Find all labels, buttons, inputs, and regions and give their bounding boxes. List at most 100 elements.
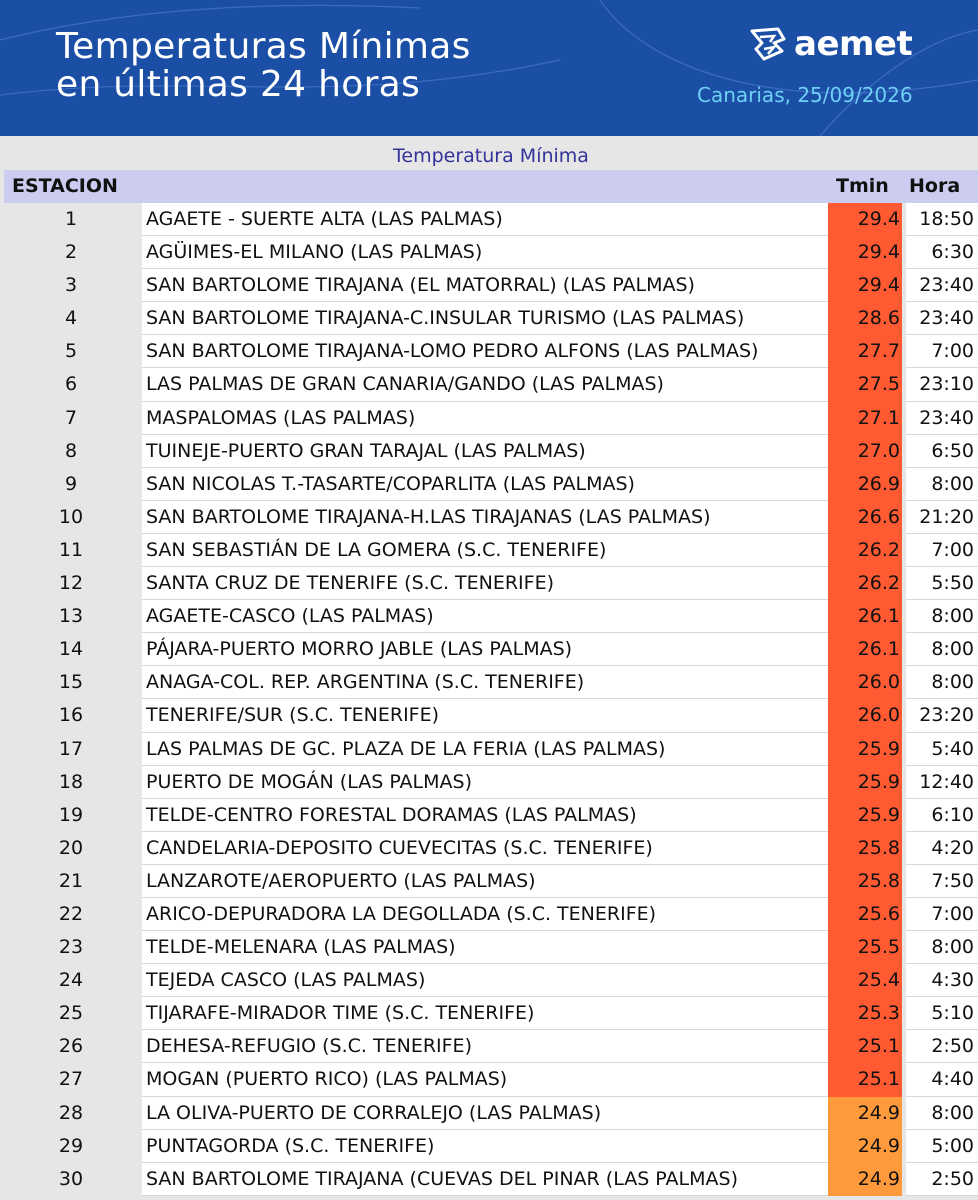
station-name: PÁJARA-PUERTO MORRO JABLE (LAS PALMAS) xyxy=(142,633,828,667)
station-name: TEJEDA CASCO (LAS PALMAS) xyxy=(142,964,828,998)
hora-value: 23:40 xyxy=(906,302,978,336)
station-name: CANDELARIA-DEPOSITO CUEVECITAS (S.C. TEN… xyxy=(142,831,828,865)
table-body: 1 AGAETE - SUERTE ALTA (LAS PALMAS) 29.4 18… xyxy=(4,203,978,1196)
station-name: AGÜIMES-EL MILANO (LAS PALMAS) xyxy=(142,236,828,270)
page-title-line2: en últimas 24 horas xyxy=(56,64,421,105)
hora-value: 2:50 xyxy=(906,1030,978,1064)
station-name: SAN BARTOLOME TIRAJANA-C.INSULAR TURISMO… xyxy=(142,302,828,336)
table-row: 7 MASPALOMAS (LAS PALMAS) 27.1 23:40 xyxy=(4,401,978,435)
tmin-value: 25.9 xyxy=(828,798,902,832)
tmin-value: 26.1 xyxy=(828,633,902,667)
tmin-value: 25.6 xyxy=(828,897,902,932)
tmin-value: 25.9 xyxy=(828,732,902,766)
row-number: 13 xyxy=(58,605,84,628)
table-row: 14 PÁJARA-PUERTO MORRO JABLE (LAS PALMAS)… xyxy=(4,633,978,667)
table-row: 8 TUINEJE-PUERTO GRAN TARAJAL (LAS PALMAS… xyxy=(4,434,978,468)
page-title-line1: Temperaturas Mínimas xyxy=(56,26,471,67)
hora-value: 6:10 xyxy=(906,798,978,832)
tmin-value: 25.4 xyxy=(828,964,902,998)
tmin-value: 24.9 xyxy=(828,1096,902,1130)
row-number: 14 xyxy=(58,638,84,661)
station-name: SAN SEBASTIÁN DE LA GOMERA (S.C. TENERIF… xyxy=(142,533,828,568)
table-row: 5 SAN BARTOLOME TIRAJANA-LOMO PEDRO ALFON… xyxy=(4,335,978,369)
table-row: 20 CANDELARIA-DEPOSITO CUEVECITAS (S.C. T… xyxy=(4,831,978,865)
station-name: LA OLIVA-PUERTO DE CORRALEJO (LAS PALMAS… xyxy=(142,1096,828,1130)
table-row: 11 SAN SEBASTIÁN DE LA GOMERA (S.C. TENER… xyxy=(4,533,978,568)
row-number: 10 xyxy=(58,505,84,528)
hora-value: 8:00 xyxy=(906,1096,978,1130)
row-number: 30 xyxy=(58,1167,84,1190)
tmin-value: 25.9 xyxy=(828,765,902,799)
row-number: 20 xyxy=(58,836,84,859)
column-header-station: ESTACION xyxy=(12,175,118,197)
table-row: 12 SANTA CRUZ DE TENERIFE (S.C. TENERIFE)… xyxy=(4,567,978,601)
row-number: 17 xyxy=(58,737,84,760)
tmin-value: 27.0 xyxy=(828,434,902,468)
station-name: SAN BARTOLOME TIRAJANA (CUEVAS DEL PINAR… xyxy=(142,1162,828,1196)
station-name: TELDE-CENTRO FORESTAL DORAMAS (LAS PALMA… xyxy=(142,798,828,832)
hora-value: 23:10 xyxy=(906,368,978,402)
table-row: 9 SAN NICOLAS T.-TASARTE/COPARLITA (LAS P… xyxy=(4,467,978,501)
tmin-value: 29.4 xyxy=(828,203,902,237)
hora-value: 18:50 xyxy=(906,203,978,237)
table-row: 28 LA OLIVA-PUERTO DE CORRALEJO (LAS PALM… xyxy=(4,1096,978,1130)
table-row: 29 PUNTAGORDA (S.C. TENERIFE) 24.9 5:00 xyxy=(4,1129,978,1163)
hora-value: 5:00 xyxy=(906,1129,978,1163)
station-name: LAS PALMAS DE GRAN CANARIA/GANDO (LAS PA… xyxy=(142,368,828,402)
table-row: 10 SAN BARTOLOME TIRAJANA-H.LAS TIRAJANAS… xyxy=(4,500,978,534)
row-number: 24 xyxy=(58,969,84,992)
row-number: 28 xyxy=(58,1101,84,1124)
table-row: 27 MOGAN (PUERTO RICO) (LAS PALMAS) 25.1 4:… xyxy=(4,1063,978,1097)
station-name: TENERIFE/SUR (S.C. TENERIFE) xyxy=(142,699,828,733)
tmin-value: 25.1 xyxy=(828,1030,902,1064)
station-name: AGAETE-CASCO (LAS PALMAS) xyxy=(142,600,828,634)
tmin-value: 29.4 xyxy=(828,269,902,303)
aemet-logo: aemet xyxy=(748,24,948,64)
row-number: 23 xyxy=(58,936,84,959)
hora-value: 21:20 xyxy=(906,500,978,534)
tmin-value: 25.3 xyxy=(828,997,902,1031)
station-name: SAN BARTOLOME TIRAJANA-LOMO PEDRO ALFONS… xyxy=(142,335,828,369)
table-row: 13 AGAETE-CASCO (LAS PALMAS) 26.1 8:00 xyxy=(4,600,978,634)
row-number: 29 xyxy=(58,1134,84,1157)
tmin-value: 25.8 xyxy=(828,831,902,865)
aemet-logo-icon xyxy=(750,27,786,61)
hora-value: 4:20 xyxy=(906,831,978,865)
tmin-value: 24.9 xyxy=(828,1129,902,1163)
row-number: 27 xyxy=(58,1068,84,1091)
hora-value: 2:50 xyxy=(906,1162,978,1196)
row-number: 19 xyxy=(58,803,84,826)
station-name: SAN BARTOLOME TIRAJANA (EL MATORRAL) (LA… xyxy=(142,269,828,303)
row-number: 1 xyxy=(64,208,78,230)
row-number: 11 xyxy=(58,538,84,561)
hora-value: 7:00 xyxy=(906,533,978,568)
row-number: 9 xyxy=(64,472,78,495)
station-name: SAN NICOLAS T.-TASARTE/COPARLITA (LAS PA… xyxy=(142,467,828,501)
row-number: 26 xyxy=(58,1035,84,1058)
page-title: Temperaturas Mínimas en últimas 24 horas xyxy=(56,28,616,104)
station-name: AGAETE - SUERTE ALTA (LAS PALMAS) xyxy=(142,203,828,237)
table-row: 22 ARICO-DEPURADORA LA DEGOLLADA (S.C. TE… xyxy=(4,897,978,932)
station-name: ANAGA-COL. REP. ARGENTINA (S.C. TENERIFE… xyxy=(142,666,828,700)
station-name: TELDE-MELENARA (LAS PALMAS) xyxy=(142,931,828,965)
station-name: SAN BARTOLOME TIRAJANA-H.LAS TIRAJANAS (… xyxy=(142,500,828,534)
station-name: SANTA CRUZ DE TENERIFE (S.C. TENERIFE) xyxy=(142,567,828,601)
hora-value: 8:00 xyxy=(906,467,978,501)
station-name: TUINEJE-PUERTO GRAN TARAJAL (LAS PALMAS) xyxy=(142,434,828,468)
hora-value: 5:10 xyxy=(906,997,978,1031)
aemet-logo-text: aemet xyxy=(794,24,913,64)
row-number: 21 xyxy=(58,869,84,892)
tmin-value: 26.0 xyxy=(828,666,902,700)
row-number: 16 xyxy=(58,704,84,727)
row-number: 12 xyxy=(58,572,84,595)
tmin-value: 26.9 xyxy=(828,467,902,501)
table-row: 18 PUERTO DE MOGÁN (LAS PALMAS) 25.9 12:40 xyxy=(4,765,978,799)
region-date-label: Canarias, 25/09/2026 xyxy=(697,83,913,107)
row-number: 2 xyxy=(64,241,78,264)
tmin-value: 26.2 xyxy=(828,533,902,568)
table-row: 19 TELDE-CENTRO FORESTAL DORAMAS (LAS PAL… xyxy=(4,798,978,832)
row-number: 5 xyxy=(64,340,78,363)
station-name: ARICO-DEPURADORA LA DEGOLLADA (S.C. TENE… xyxy=(142,897,828,932)
tmin-value: 27.5 xyxy=(828,368,902,402)
station-name: LANZAROTE/AEROPUERTO (LAS PALMAS) xyxy=(142,864,828,898)
